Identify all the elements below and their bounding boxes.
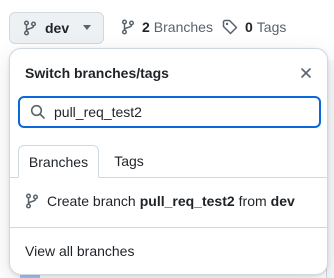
branches-count-link[interactable]: 2 Branches xyxy=(121,19,213,35)
git-branch-icon xyxy=(121,19,135,35)
git-branch-icon xyxy=(23,20,37,36)
tags-count: 0 xyxy=(245,19,253,35)
tab-tags[interactable]: Tags xyxy=(102,145,156,177)
close-icon[interactable] xyxy=(299,66,313,80)
branches-count: 2 xyxy=(142,19,150,35)
branch-switch-dropdown: Switch branches/tags pull_req_test2 Bran… xyxy=(9,48,328,275)
tab-branches[interactable]: Branches xyxy=(18,145,99,178)
search-input-value: pull_req_test2 xyxy=(54,104,142,120)
create-branch-option[interactable]: Create branch pull_req_test2 from dev xyxy=(25,193,295,209)
tag-icon xyxy=(222,19,238,35)
view-all-branches-link[interactable]: View all branches xyxy=(25,243,134,259)
dropdown-title: Switch branches/tags xyxy=(25,65,169,81)
branches-label: Branches xyxy=(153,19,213,35)
branch-search-input[interactable]: pull_req_test2 xyxy=(18,96,321,128)
tags-label: Tags xyxy=(256,19,287,35)
search-icon xyxy=(30,104,45,119)
create-branch-prefix: Create branch xyxy=(47,193,136,209)
dropdown-divider xyxy=(10,227,327,228)
git-branch-icon xyxy=(25,193,39,209)
current-branch-name: dev xyxy=(45,20,70,36)
branch-selector-button[interactable]: dev xyxy=(9,12,104,44)
repo-topbar: dev 2 Branches 0 Tags xyxy=(0,0,334,48)
branch-tag-tabs: Branches Tags xyxy=(10,145,327,178)
create-branch-from: from xyxy=(238,193,267,209)
caret-down-icon xyxy=(83,25,91,30)
source-branch-name: dev xyxy=(270,193,295,209)
new-branch-name: pull_req_test2 xyxy=(139,193,235,209)
tags-count-link[interactable]: 0 Tags xyxy=(222,19,286,35)
